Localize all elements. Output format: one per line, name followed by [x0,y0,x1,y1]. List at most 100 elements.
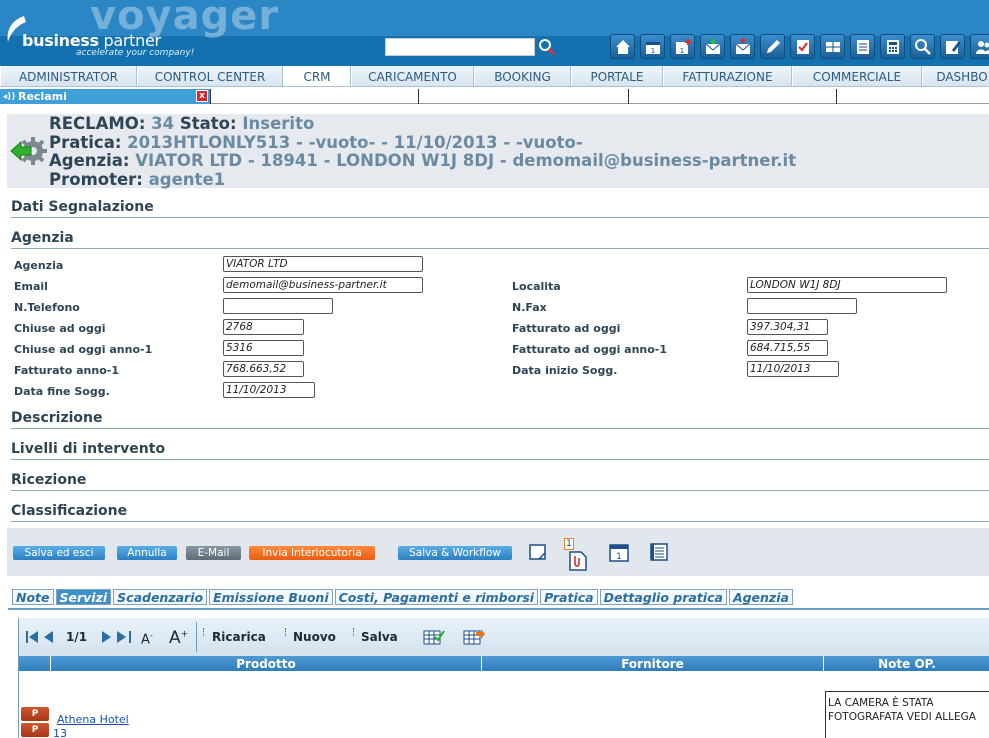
subtab-pratica[interactable]: Pratica [540,589,598,605]
nav-tab-control-center[interactable]: CONTROL CENTER [137,66,283,86]
pratica-value: 2013HTLONLY513 - -vuoto- - 11/10/2013 - … [127,132,583,152]
product-badge[interactable]: P [21,707,49,721]
invia-interlocutoria-button[interactable]: Invia Interlocutoria [249,546,375,560]
nav-tab-crm[interactable]: CRM [283,66,351,86]
mail-in-icon[interactable] [700,34,725,59]
fax-field[interactable] [747,298,857,314]
grid-col-note[interactable]: Note OP. [824,656,989,671]
email-field[interactable]: demomail@business-partner.it [223,277,423,293]
section-livelli-intervento[interactable]: Livelli di intervento [11,441,989,460]
nav-tab-commerciale[interactable]: COMMERCIALE [792,66,922,86]
svg-text:1: 1 [616,552,622,562]
agenzia-field[interactable]: VIATOR LTD [223,256,423,272]
chiuse-anno1-field[interactable]: 5316 [223,340,304,356]
ricarica-button[interactable]: Ricarica [212,630,266,644]
calendar-icon[interactable]: 1 [608,541,630,563]
grid-col-fornitore[interactable]: Fornitore [482,656,824,671]
grid-col-prodotto[interactable]: Prodotto [51,656,482,671]
agenzia-value: VIATOR LTD - 18941 - LONDON W1J 8DJ - de… [135,151,797,170]
subtab-dettaglio-pratica[interactable]: Dettaglio pratica [599,589,727,605]
nav-tab-portale[interactable]: PORTALE [571,66,663,86]
window-tab-empty[interactable] [628,89,836,104]
header-toolbar: 1 1 [610,34,989,59]
section-classificazione[interactable]: Classificazione [11,503,989,522]
pencil-icon[interactable] [760,34,785,59]
window-tab-empty[interactable] [210,89,418,104]
mail-out-icon[interactable] [730,34,755,59]
font-decrease-icon[interactable]: A- [141,631,153,647]
nuovo-button[interactable]: Nuovo [293,630,336,644]
calendar-add-icon[interactable]: 1 [670,34,695,59]
salva-button[interactable]: Salva [361,630,398,644]
users-icon[interactable] [970,34,989,59]
search-icon[interactable] [910,34,935,59]
grid-check-icon[interactable] [423,628,445,646]
email-button[interactable]: E-Mail [186,546,241,560]
nav-tab-dashboard[interactable]: DASHBO [922,66,989,86]
font-increase-icon[interactable]: A+ [169,628,188,648]
nuovo-handle-icon [285,628,287,636]
nav-tab-administrator[interactable]: ADMINISTRATOR [0,66,137,86]
nav-tab-caricamento[interactable]: CARICAMENTO [351,66,474,86]
edit-notes-icon[interactable] [940,34,965,59]
subtab-scadenzario[interactable]: Scadenzario [113,589,208,605]
nav-tab-fatturazione[interactable]: FATTURAZIONE [663,66,792,86]
grid-body: P P Athena Hotel 13 LA CAMERA È STATA FO… [19,671,989,738]
grid-col-select[interactable] [19,656,51,671]
reclamo-line-agenzia: Agenzia: VIATOR LTD - 18941 - LONDON W1J… [49,151,797,171]
fatturato-anno-field[interactable]: 768.663,52 [223,361,304,377]
localita-field[interactable]: LONDON W1J 8DJ [747,277,947,293]
columns-icon[interactable] [820,34,845,59]
salva-esci-button[interactable]: Salva ed esci [13,546,105,560]
row-note-cell[interactable]: LA CAMERA È STATA FOTOGRAFATA VEDI ALLEG… [825,691,989,738]
row-number-link[interactable]: 13 [53,727,67,738]
section-ricezione[interactable]: Ricezione [11,472,989,491]
grid-header: Prodotto Fornitore Note OP. [19,656,989,671]
document-icon[interactable] [850,34,875,59]
row-product-link[interactable]: Athena Hotel [57,713,129,726]
subtab-emissione-buoni[interactable]: Emissione Buoni [209,589,333,605]
stato-value: Inserito [242,114,315,133]
attachment-icon[interactable] [567,550,589,572]
first-prev-page-icon[interactable] [25,630,59,644]
fatturato-anno-field-label: Fatturato anno-1 [14,364,119,377]
subtab-costi-pagamenti[interactable]: Costi, Pagamenti e rimborsi [334,589,539,605]
nav-tab-booking[interactable]: BOOKING [474,66,571,86]
data-fine-field[interactable]: 11/10/2013 [223,382,315,398]
salva-workflow-button[interactable]: Salva & Workflow [398,546,512,560]
product-badge[interactable]: P [21,723,49,737]
chiuse-field[interactable]: 2768 [223,319,304,335]
window-tab-empty[interactable] [418,89,628,104]
grid-export-icon[interactable] [463,628,485,646]
checklist-icon[interactable] [790,34,815,59]
telefono-field[interactable] [223,298,333,314]
annulla-button[interactable]: Annulla [117,546,177,560]
servizi-grid: 1/1 A- A+ Ricarica Nuovo Salva Prodotto … [18,618,989,738]
section-agenzia[interactable]: Agenzia [11,230,989,249]
calendar-icon[interactable]: 1 [640,34,665,59]
calculator-icon[interactable] [880,34,905,59]
note-icon[interactable] [527,541,549,563]
reclamo-label: RECLAMO: [49,114,146,133]
window-tab-reclami[interactable]: ◂)) Reclami x [0,89,210,104]
home-icon[interactable] [610,34,635,59]
close-icon[interactable]: x [196,90,208,102]
subtab-agenzia[interactable]: Agenzia [728,589,793,605]
search-icon[interactable] [538,38,556,56]
subtab-servizi[interactable]: Servizi [55,589,112,605]
reclamo-summary: RECLAMO: 34 Stato: Inserito Pratica: 201… [7,114,989,188]
section-dati-segnalazione[interactable]: Dati Segnalazione [11,199,989,218]
search-input[interactable] [385,38,535,56]
window-tab-empty[interactable] [836,89,989,104]
reclamo-number: 34 [151,114,175,133]
subtab-note[interactable]: Note [12,589,54,605]
window-tab-label: Reclami [18,90,67,103]
fatturato-anno1-field[interactable]: 684.715,55 [747,340,828,356]
data-inizio-field[interactable]: 11/10/2013 [747,361,839,377]
section-descrizione[interactable]: Descrizione [11,410,989,429]
row-note-line: FOTOGRAFATA VEDI ALLEGA [828,711,976,723]
next-last-page-icon[interactable] [99,630,133,644]
brand-tagline: accelerate your company! [76,48,195,58]
fatturato-field[interactable]: 397.304,31 [747,319,828,335]
document-list-icon[interactable] [648,541,670,563]
